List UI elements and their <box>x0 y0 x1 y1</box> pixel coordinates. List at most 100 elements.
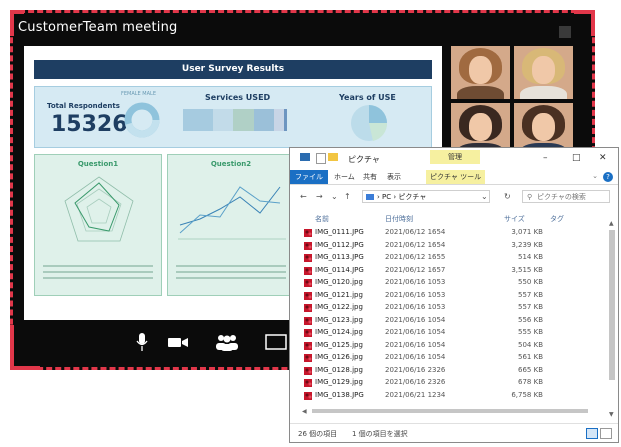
file-name: IMG_0120.jpg <box>315 278 363 286</box>
image-file-icon <box>304 254 312 262</box>
question2-panel: Question2 <box>167 154 295 296</box>
file-row[interactable]: IMG_0128.jpg 2021/06/16 2326 665 KB <box>304 366 600 378</box>
breadcrumb-pc[interactable]: PC <box>382 193 391 201</box>
back-icon[interactable]: ← <box>300 192 307 201</box>
file-row[interactable]: IMG_0121.jpg 2021/06/16 1053 557 KB <box>304 291 600 303</box>
large-icons-view-icon[interactable] <box>600 428 612 439</box>
file-row[interactable]: IMG_0126.jpg 2021/06/16 1054 561 KB <box>304 353 600 365</box>
file-size: 561 KB <box>518 353 543 361</box>
refresh-icon[interactable]: ↻ <box>504 192 511 201</box>
file-size: 555 KB <box>518 328 543 336</box>
file-name: IMG_0129.jpg <box>315 378 363 386</box>
file-size: 556 KB <box>518 315 543 324</box>
video-camera-icon[interactable] <box>168 333 190 351</box>
explorer-title: ピクチャ <box>348 155 380 164</box>
properties-icon[interactable] <box>316 153 326 164</box>
file-date: 2021/06/12 1655 <box>385 253 446 261</box>
file-date: 2021/06/16 2326 <box>385 378 446 386</box>
file-size: 557 KB <box>518 290 543 299</box>
file-row[interactable]: IMG_0112.JPG 2021/06/12 1654 3,239 KB <box>304 241 600 253</box>
up-icon[interactable]: ↑ <box>344 192 351 201</box>
microphone-icon[interactable] <box>136 333 148 351</box>
column-name[interactable]: 名前 <box>315 214 329 224</box>
meeting-title: CustomerTeam meeting <box>18 20 178 35</box>
file-size: 665 KB <box>518 365 543 374</box>
new-folder-icon[interactable] <box>328 153 338 161</box>
file-row[interactable]: IMG_0122.jpg 2021/06/16 1053 557 KB <box>304 303 600 315</box>
file-row[interactable]: IMG_0129.jpg 2021/06/16 2326 678 KB <box>304 378 600 390</box>
file-row[interactable]: IMG_0123.jpg 2021/06/16 1054 556 KB <box>304 316 600 328</box>
close-button[interactable]: ✕ <box>599 153 607 163</box>
file-name: IMG_0125.jpg <box>315 340 363 349</box>
scroll-down-icon[interactable]: ▼ <box>609 411 614 418</box>
file-date: 2021/06/12 1654 <box>385 240 446 249</box>
file-name: IMG_0138.JPG <box>315 390 364 399</box>
file-name: IMG_0124.jpg <box>315 328 363 336</box>
participant-video-2[interactable] <box>514 46 573 99</box>
file-size: 550 KB <box>518 278 543 286</box>
scroll-left-icon[interactable]: ◀ <box>302 408 307 415</box>
file-row[interactable]: IMG_0138.JPG 2021/06/21 1234 6,758 KB <box>304 391 600 403</box>
file-row[interactable]: IMG_0114.JPG 2021/06/12 1657 3,515 KB <box>304 266 600 278</box>
forward-icon[interactable]: → <box>316 192 323 201</box>
file-row[interactable]: IMG_0120.jpg 2021/06/16 1053 550 KB <box>304 278 600 290</box>
ribbon-expand-icon[interactable]: ⌄ <box>592 172 598 180</box>
tab-home[interactable]: ホーム <box>334 172 355 182</box>
file-date: 2021/06/16 1053 <box>385 290 446 299</box>
radar-chart <box>64 176 134 242</box>
help-icon[interactable]: ? <box>603 172 613 182</box>
scrollbar-thumb[interactable] <box>609 230 615 380</box>
scroll-up-icon[interactable]: ▲ <box>609 220 614 227</box>
slide-banner: User Survey Results <box>34 60 432 79</box>
file-size: 3,239 KB <box>511 240 543 249</box>
file-size: 3,071 KB <box>511 228 543 236</box>
ribbon-tabs: ファイル ホーム 共有 表示 ピクチャ ツール ⌄ <box>290 170 618 185</box>
image-file-icon <box>304 329 312 337</box>
file-row[interactable]: IMG_0124.jpg 2021/06/16 1054 555 KB <box>304 328 600 340</box>
file-size: 557 KB <box>518 303 543 311</box>
image-file-icon <box>304 354 312 362</box>
image-file-icon <box>304 229 312 237</box>
file-row[interactable]: IMG_0125.jpg 2021/06/16 1054 504 KB <box>304 341 600 353</box>
column-size[interactable]: サイズ <box>504 214 525 224</box>
image-file-icon <box>304 366 312 375</box>
breadcrumb-pictures[interactable]: ピクチャ <box>398 193 426 201</box>
file-row[interactable]: IMG_0111.JPG 2021/06/12 1654 3,071 KB <box>304 228 600 240</box>
details-view-icon[interactable] <box>586 428 598 439</box>
maximize-button[interactable]: □ <box>572 153 581 163</box>
file-date: 2021/06/16 1054 <box>385 328 446 336</box>
vertical-scrollbar[interactable]: ▲ ▼ <box>608 220 616 418</box>
image-file-icon <box>304 266 312 275</box>
search-input[interactable]: ⚲ ピクチャの検索 <box>522 190 610 203</box>
participants-icon[interactable] <box>212 333 242 351</box>
years-of-use-label: Years of USE <box>339 93 396 102</box>
file-explorer-window: ピクチャ 管理 – □ ✕ ファイル ホーム 共有 表示 ピクチャ ツール ⌄ … <box>289 147 619 443</box>
selection-corner-bottom-left[interactable] <box>10 366 40 370</box>
years-pie-chart <box>351 105 388 141</box>
image-file-icon <box>304 341 312 350</box>
window-menu-button[interactable] <box>559 26 571 38</box>
address-dropdown-icon[interactable]: ⌄ <box>481 192 488 201</box>
item-count: 26 個の項目 <box>298 430 338 438</box>
image-file-icon <box>304 241 312 250</box>
tab-picture-tools[interactable]: ピクチャ ツール <box>426 170 486 184</box>
image-file-icon <box>304 279 312 287</box>
recent-icon[interactable]: ⌄ <box>331 192 338 201</box>
services-bar <box>183 109 287 131</box>
participant-video-1[interactable] <box>451 46 510 99</box>
horizontal-scrollbar[interactable]: ◀ <box>300 408 600 415</box>
address-bar[interactable]: › PC › ピクチャ <box>362 190 490 203</box>
share-screen-icon[interactable] <box>265 333 287 351</box>
column-tag[interactable]: タグ <box>550 214 564 224</box>
minimize-button[interactable]: – <box>543 153 548 163</box>
tab-share[interactable]: 共有 <box>363 172 377 182</box>
hscrollbar-thumb[interactable] <box>312 409 588 413</box>
explorer-app-icon <box>300 153 310 161</box>
column-date[interactable]: 日付時刻 <box>385 214 413 224</box>
tab-file[interactable]: ファイル <box>290 170 328 184</box>
explorer-titlebar: ピクチャ 管理 – □ ✕ <box>290 148 618 170</box>
file-row[interactable]: IMG_0113.JPG 2021/06/12 1655 514 KB <box>304 253 600 265</box>
tab-view[interactable]: 表示 <box>387 172 401 182</box>
manage-tab[interactable]: 管理 <box>430 150 480 164</box>
image-file-icon <box>304 291 312 300</box>
